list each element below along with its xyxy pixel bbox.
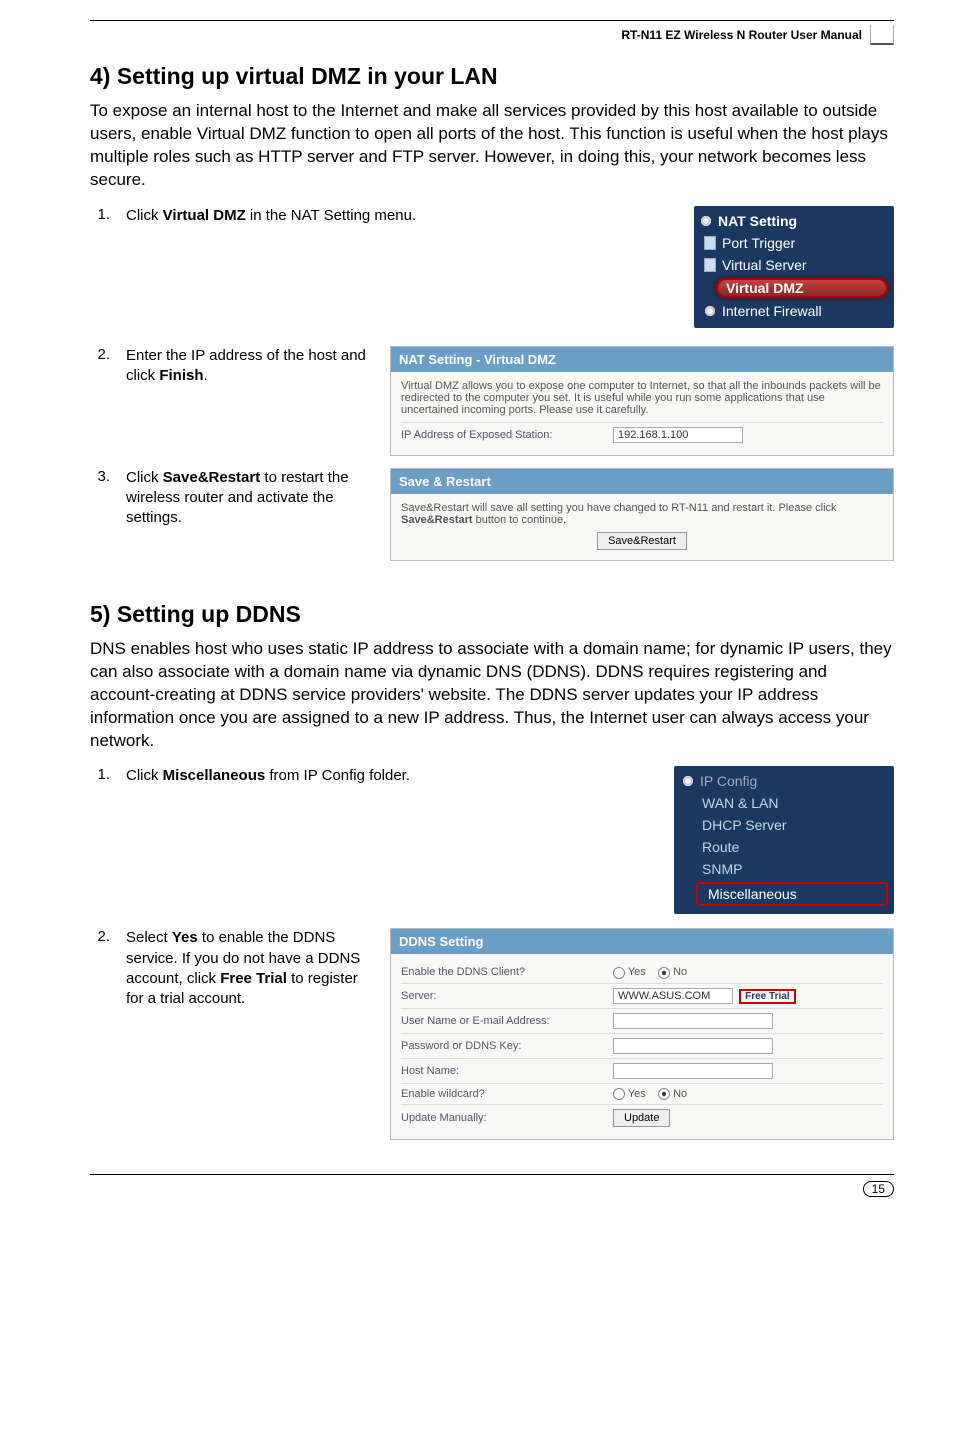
step-text: Click Miscellaneous from IP Config folde… [126, 766, 410, 786]
field-label-exposed-ip: IP Address of Exposed Station: [401, 429, 601, 441]
doc-icon [704, 236, 716, 250]
exposed-ip-input[interactable] [613, 427, 743, 443]
section4-title: 4) Setting up virtual DMZ in your LAN [90, 63, 894, 90]
label-server: Server: [401, 990, 601, 1002]
pass-input[interactable] [613, 1038, 773, 1054]
header-product: RT-N11 EZ Wireless N Router User Manual [621, 28, 862, 42]
radio-yes[interactable] [613, 967, 625, 979]
step-num: 2. [90, 928, 110, 945]
panel-save-restart: Save & Restart Save&Restart will save al… [390, 468, 894, 561]
user-input[interactable] [613, 1013, 773, 1029]
label-update: Update Manually: [401, 1112, 601, 1124]
host-input[interactable] [613, 1063, 773, 1079]
save-restart-button[interactable]: Save&Restart [597, 532, 687, 550]
step-text: Click Virtual DMZ in the NAT Setting men… [126, 206, 416, 226]
menu-item-virtual-dmz[interactable]: Virtual DMZ [716, 278, 888, 298]
menu-item-dhcp[interactable]: DHCP Server [674, 814, 894, 836]
panel-ddns: DDNS Setting Enable the DDNS Client? Yes… [390, 928, 894, 1139]
router-icon [870, 25, 894, 45]
wildcard-radios[interactable]: Yes No [613, 1088, 687, 1100]
step-num: 1. [90, 766, 110, 783]
menu-item-miscellaneous[interactable]: Miscellaneous [696, 882, 888, 906]
radio-yes[interactable] [613, 1088, 625, 1100]
gear-icon [704, 305, 716, 317]
ip-config-menu: IP Config WAN & LAN DHCP Server Route SN… [674, 766, 894, 914]
step-num: 2. [90, 346, 110, 363]
panel-title: DDNS Setting [391, 929, 893, 954]
label-enable-ddns: Enable the DDNS Client? [401, 966, 601, 978]
panel-desc: Save&Restart will save all setting you h… [401, 502, 883, 526]
page-number: 15 [863, 1181, 894, 1197]
server-input[interactable] [613, 988, 733, 1004]
gear-icon [682, 775, 694, 787]
enable-ddns-radios[interactable]: Yes No [613, 966, 687, 978]
panel-title: Save & Restart [391, 469, 893, 494]
nat-setting-menu: NAT Setting Port Trigger Virtual Server … [694, 206, 894, 328]
section4-intro: To expose an internal host to the Intern… [90, 100, 894, 192]
free-trial-link[interactable]: Free Trial [739, 989, 795, 1004]
menu-item-snmp[interactable]: SNMP [674, 858, 894, 880]
panel-title: NAT Setting - Virtual DMZ [391, 347, 893, 372]
section5-intro: DNS enables host who uses static IP addr… [90, 638, 894, 753]
label-user: User Name or E-mail Address: [401, 1015, 601, 1027]
step-text: Click Save&Restart to restart the wirele… [126, 468, 370, 529]
menu-head: NAT Setting [718, 213, 797, 229]
label-pass: Password or DDNS Key: [401, 1040, 601, 1052]
update-button[interactable]: Update [613, 1109, 670, 1127]
menu-item-port-trigger[interactable]: Port Trigger [694, 232, 894, 254]
menu-item-internet-firewall[interactable]: Internet Firewall [694, 300, 894, 322]
menu-item-route[interactable]: Route [674, 836, 894, 858]
step-text: Select Yes to enable the DDNS service. I… [126, 928, 370, 1009]
radio-no[interactable] [658, 967, 670, 979]
label-host: Host Name: [401, 1065, 601, 1077]
panel-desc: Virtual DMZ allows you to expose one com… [401, 380, 883, 416]
label-wildcard: Enable wildcard? [401, 1088, 601, 1100]
step-num: 3. [90, 468, 110, 485]
doc-icon [704, 258, 716, 272]
gear-icon [700, 215, 712, 227]
menu-head: IP Config [700, 773, 757, 789]
radio-no[interactable] [658, 1088, 670, 1100]
panel-virtual-dmz: NAT Setting - Virtual DMZ Virtual DMZ al… [390, 346, 894, 456]
menu-item-virtual-server[interactable]: Virtual Server [694, 254, 894, 276]
step-num: 1. [90, 206, 110, 223]
step-text: Enter the IP address of the host and cli… [126, 346, 370, 387]
menu-item-wan-lan[interactable]: WAN & LAN [674, 792, 894, 814]
section5-title: 5) Setting up DDNS [90, 601, 894, 628]
